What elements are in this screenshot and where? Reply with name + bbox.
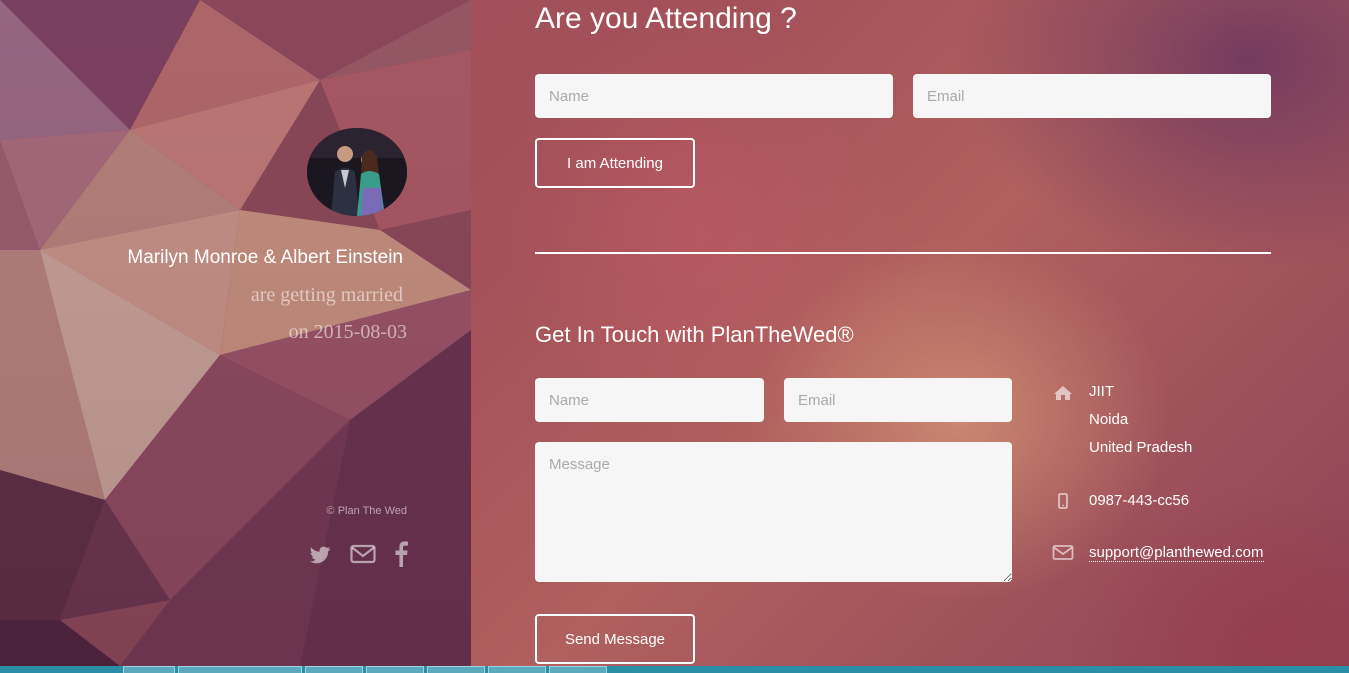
- contact-heading: Get In Touch with PlanTheWed®: [535, 322, 854, 347]
- taskbar-button[interactable]: [549, 666, 607, 673]
- envelope-icon[interactable]: [350, 541, 376, 567]
- section-divider: [535, 252, 1271, 254]
- contact-email-input[interactable]: [784, 378, 1012, 422]
- attending-button[interactable]: I am Attending: [535, 138, 695, 188]
- attending-email-input[interactable]: [913, 74, 1271, 118]
- address-line-2: Noida: [1089, 411, 1129, 428]
- taskbar-button[interactable]: [488, 666, 546, 673]
- social-links: [308, 540, 408, 568]
- taskbar-button[interactable]: [123, 666, 175, 673]
- facebook-icon[interactable]: [394, 541, 408, 567]
- sidebar: Marilyn Monroe & Albert Einstein are get…: [0, 0, 471, 666]
- address-line-3: United Pradesh: [1089, 439, 1193, 456]
- send-message-button[interactable]: Send Message: [535, 614, 695, 664]
- couple-names: Marilyn Monroe & Albert Einstein: [127, 247, 403, 268]
- wedding-date: on 2015-08-03: [288, 321, 407, 343]
- home-icon: [1053, 383, 1073, 403]
- envelope-icon: [1052, 543, 1074, 563]
- twitter-icon[interactable]: [308, 541, 332, 567]
- contact-name-input[interactable]: [535, 378, 764, 422]
- wedding-subtitle: are getting married: [250, 284, 403, 306]
- mobile-phone-icon: [1053, 491, 1073, 511]
- phone-number: 0987-443-cc56: [1089, 492, 1190, 509]
- contact-message-input[interactable]: [535, 442, 1012, 582]
- support-email-link[interactable]: support@planthewed.com: [1089, 544, 1264, 562]
- couple-avatar: [307, 128, 407, 216]
- support-email: support@planthewed.com: [1089, 539, 1264, 567]
- address-line-1: JIIT: [1089, 383, 1114, 400]
- taskbar-button[interactable]: [305, 666, 363, 673]
- copyright-text: © Plan The Wed: [326, 505, 407, 517]
- address-block: JIIT Noida United Pradesh: [1089, 378, 1192, 462]
- taskbar-start-area[interactable]: [60, 666, 120, 673]
- taskbar-button[interactable]: [178, 666, 302, 673]
- taskbar-button[interactable]: [427, 666, 485, 673]
- attending-name-input[interactable]: [535, 74, 893, 118]
- attending-heading: Are you Attending ?: [535, 2, 797, 35]
- taskbar-button[interactable]: [366, 666, 424, 673]
- os-taskbar: [0, 666, 1349, 673]
